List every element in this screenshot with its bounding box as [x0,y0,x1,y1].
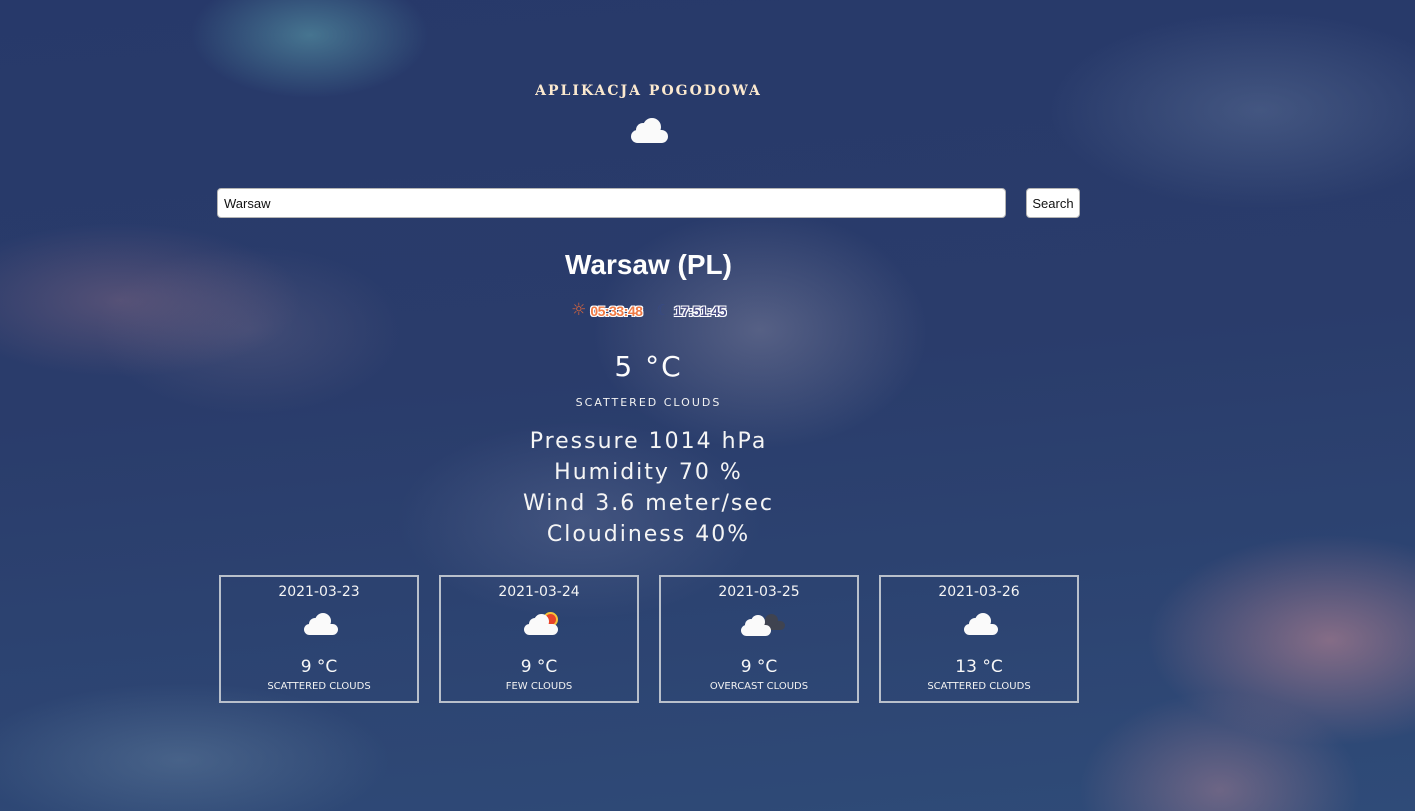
forecast-date: 2021-03-26 [938,584,1020,600]
cloud-icon [961,612,1001,636]
sunset: ☾ 17:51:45 [656,303,726,319]
cloud-icon [631,118,668,144]
forecast-temperature: 9 °C [300,657,338,677]
weather-details: Pressure 1014 hPa Humidity 70 % Wind 3.6… [0,426,1297,550]
forecast-description: OVERCAST CLOUDS [709,681,809,692]
forecast-list: 2021-03-23 9 °C SCATTERED CLOUDS 2021-03… [219,575,1079,703]
search-button[interactable]: Search [1026,188,1080,218]
sun-times: ☼ 05:33:48 ☾ 17:51:45 [0,302,1297,319]
forecast-description: SCATTERED CLOUDS [927,681,1031,692]
forecast-temperature: 13 °C [955,657,1003,677]
forecast-card: 2021-03-24 9 °C FEW CLOUDS [439,575,639,703]
humidity: Humidity 70 % [554,460,743,485]
sunrise: ☼ 05:33:48 [571,300,643,320]
sunset-time: 17:51:45 [673,302,727,319]
city-name: Warsaw (PL) [565,249,732,280]
app-title: APLIKACJA POGODOWA [535,83,762,99]
sun-icon: ☼ [571,300,587,320]
forecast-card: 2021-03-25 9 °C OVERCAST CLOUDS [659,575,859,703]
forecast-date: 2021-03-24 [498,584,580,600]
sunrise-time: 05:33:48 [590,302,643,319]
forecast-card: 2021-03-26 13 °C SCATTERED CLOUDS [879,575,1079,703]
forecast-temperature: 9 °C [740,657,778,677]
current-description: SCATTERED CLOUDS [575,396,722,409]
sun-behind-cloud-icon [521,612,561,636]
overcast-clouds-icon [741,612,785,636]
wind: Wind 3.6 meter/sec [523,491,774,516]
cloud-icon [301,612,341,636]
forecast-date: 2021-03-23 [278,584,360,600]
forecast-date: 2021-03-25 [718,584,800,600]
current-temperature: 5 °C [614,350,683,383]
cloudiness: Cloudiness 40% [546,522,751,547]
forecast-card: 2021-03-23 9 °C SCATTERED CLOUDS [219,575,419,703]
forecast-description: FEW CLOUDS [505,681,573,692]
search-input[interactable] [217,188,1006,218]
forecast-temperature: 9 °C [520,657,558,677]
moon-icon: ☾ [656,301,670,319]
forecast-description: SCATTERED CLOUDS [267,681,371,692]
pressure: Pressure 1014 hPa [529,429,768,454]
